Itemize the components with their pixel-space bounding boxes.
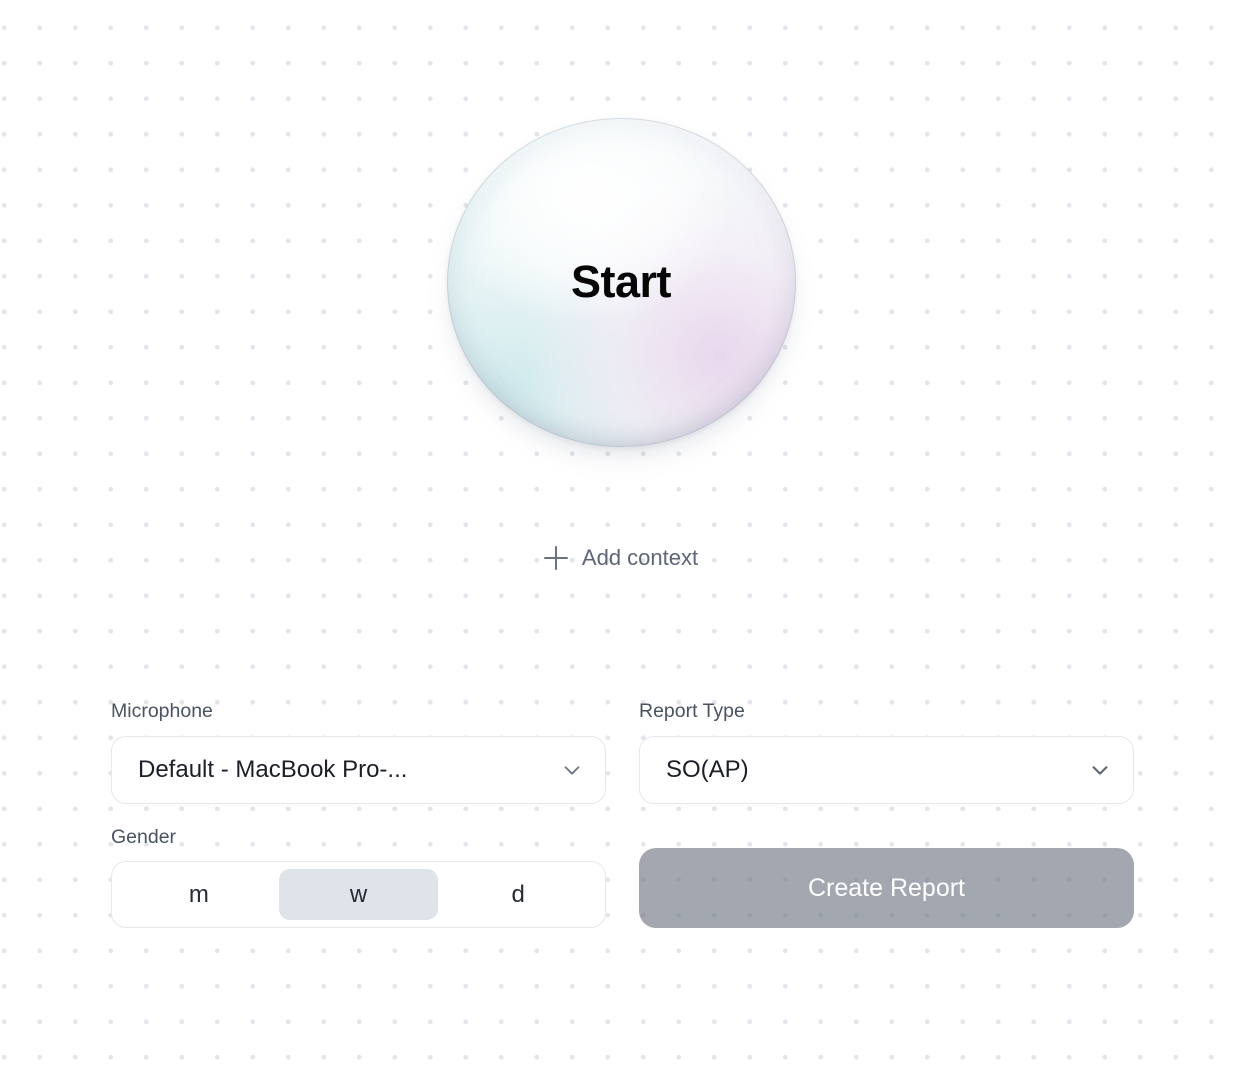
- gender-field: Gender m w d: [111, 825, 606, 928]
- add-context-row: Add context: [0, 536, 1242, 580]
- microphone-field: Microphone Default - MacBook Pro-...: [111, 700, 606, 804]
- gender-segmented-control: m w d: [111, 861, 606, 928]
- chevron-down-icon: [1092, 765, 1108, 775]
- create-report-button[interactable]: Create Report: [639, 848, 1134, 928]
- start-recording-button[interactable]: Start: [446, 117, 796, 447]
- report-type-value: SO(AP): [666, 755, 749, 783]
- app-root: Start Add context Microphone Default - M…: [0, 0, 1242, 1079]
- report-type-label: Report Type: [639, 700, 745, 722]
- add-context-label: Add context: [581, 545, 699, 570]
- plus-icon: [543, 546, 568, 570]
- chevron-down-icon: [564, 765, 580, 775]
- form-row-selects: Microphone Default - MacBook Pro-... Rep…: [111, 700, 1134, 804]
- start-button-area: Start: [0, 112, 1242, 452]
- start-button-label: Start: [570, 256, 672, 307]
- gender-option-d[interactable]: d: [438, 869, 598, 920]
- form-row-gender-submit: Gender m w d Create Report: [111, 825, 1134, 928]
- microphone-value: Default - MacBook Pro-...: [138, 755, 408, 783]
- settings-form: Microphone Default - MacBook Pro-... Rep…: [111, 700, 1134, 928]
- add-context-button[interactable]: Add context: [536, 541, 706, 575]
- microphone-select[interactable]: Default - MacBook Pro-...: [111, 735, 606, 804]
- gender-option-m[interactable]: m: [119, 869, 279, 920]
- gender-label: Gender: [111, 825, 177, 848]
- report-type-field: Report Type SO(AP): [639, 700, 1134, 804]
- report-type-select[interactable]: SO(AP): [639, 735, 1134, 804]
- create-report-field: Create Report: [639, 848, 1134, 928]
- gender-option-w[interactable]: w: [278, 869, 439, 920]
- microphone-label: Microphone: [111, 700, 213, 722]
